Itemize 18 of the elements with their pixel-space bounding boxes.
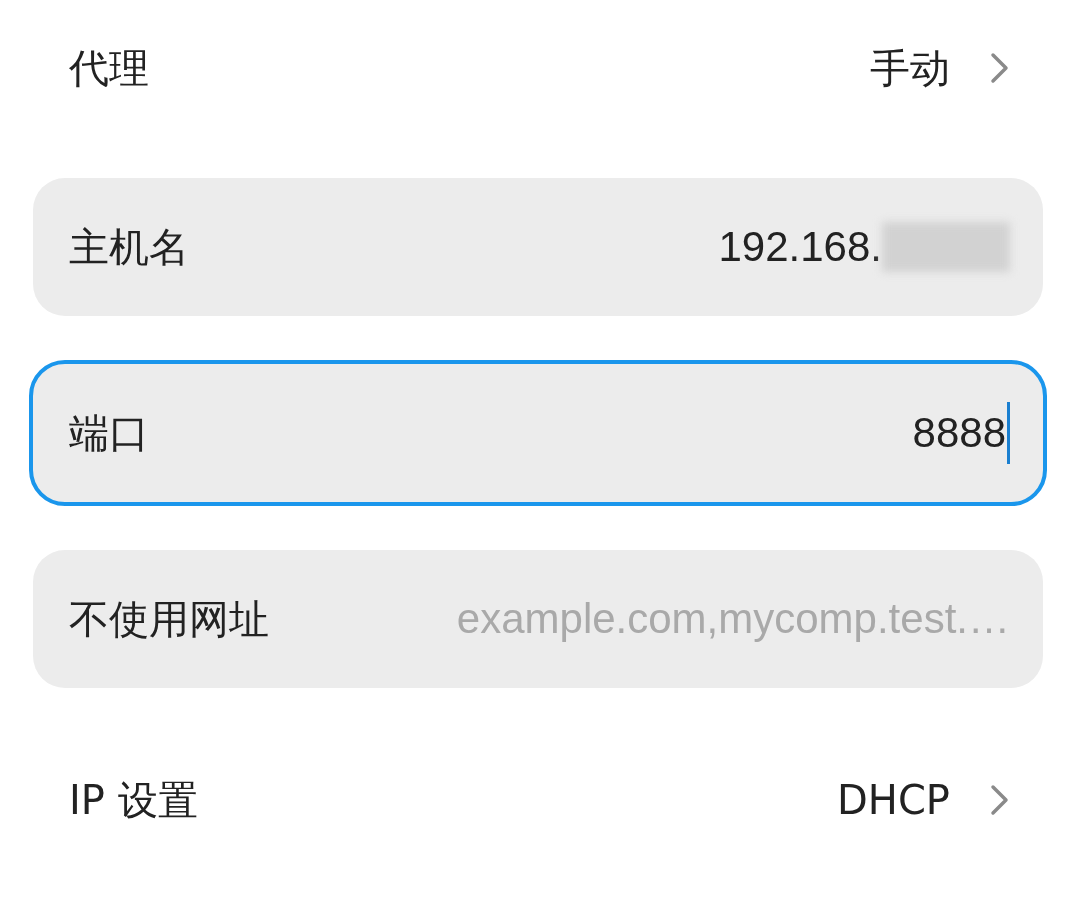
input-field[interactable]: 不使用网址 example.com,mycomp.test.… bbox=[33, 550, 1043, 688]
setting-value: DHCP bbox=[837, 777, 950, 823]
setting-row[interactable]: 代理 手动 bbox=[0, 0, 1078, 136]
field-value: 8888 bbox=[912, 409, 1006, 457]
chevron-icon bbox=[990, 784, 1010, 816]
setting-label: 代理 bbox=[69, 43, 150, 93]
setting-label: IP 设置 bbox=[69, 775, 199, 825]
field-placeholder: example.com,mycomp.test.… bbox=[456, 595, 1010, 643]
field-value: 192.168. bbox=[718, 223, 882, 271]
field-label: 主机名 bbox=[69, 222, 189, 272]
chevron-icon bbox=[990, 52, 1010, 84]
setting-row[interactable]: IP 设置 DHCP bbox=[0, 732, 1078, 868]
input-field[interactable]: 端口 8888 bbox=[29, 360, 1047, 506]
field-label: 不使用网址 bbox=[69, 594, 269, 644]
field-label: 端口 bbox=[69, 408, 149, 458]
setting-value: 手动 bbox=[870, 43, 950, 93]
input-field[interactable]: 主机名 192.168. bbox=[33, 178, 1043, 316]
text-caret bbox=[1007, 402, 1010, 464]
